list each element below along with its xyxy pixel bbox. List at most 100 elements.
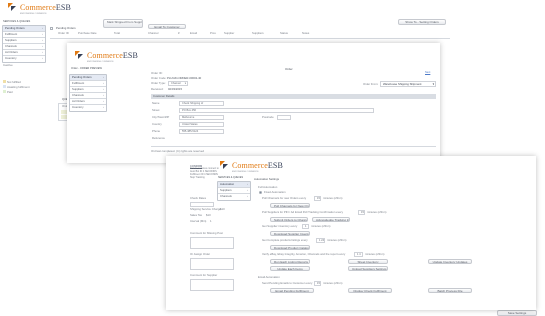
comment-supplier-field[interactable] <box>190 279 234 291</box>
sheet-inventory-button[interactable]: Sheet Inventory <box>348 259 388 264</box>
chevron-right-icon: › <box>42 26 43 30</box>
logo-tagline: EMPOWERING COMMERCE <box>87 61 114 63</box>
update-items-button[interactable]: Update Each Items <box>270 266 310 271</box>
field-label-reference: Reference <box>152 136 165 140</box>
sidebar-item-inventory[interactable]: Inventory › <box>70 105 106 111</box>
comment-missing-post-field[interactable] <box>190 237 234 249</box>
save-settings-button[interactable]: Save Settings <box>497 310 537 316</box>
chevron-right-icon: › <box>42 44 43 48</box>
field-label-phone: Phone <box>152 129 161 133</box>
order-id-label: Order ID: <box>151 71 163 75</box>
verify-reports-unit: minutes (off/on) <box>365 252 385 256</box>
poll-channels-interval[interactable]: 15 <box>314 196 321 201</box>
chevron-right-icon: › <box>103 99 104 103</box>
poll-suppliers-interval[interactable]: 15 <box>358 210 365 215</box>
order-preview-window: CommerceESB EMPOWERING COMMERCE Order - … <box>67 43 440 163</box>
pending-checkbox[interactable] <box>50 27 53 30</box>
poll-suppliers-unit: minutes (off/on) <box>367 210 387 214</box>
fixed-automation-radio[interactable] <box>259 191 262 194</box>
received-value: 02/03/2015 <box>168 87 182 91</box>
sidebar-item-channels[interactable]: Channels › <box>218 194 250 200</box>
automation-title: Automation Settings <box>254 177 280 181</box>
chevron-right-icon: › <box>42 56 43 60</box>
preview-top-center: Order <box>285 67 293 71</box>
verify-reports-interval[interactable]: 1 4 <box>354 252 363 257</box>
preview-sidebar-nav: Pending Orders › Fulfilment › Suppliers › C… <box>69 74 107 112</box>
tab-pending-orders[interactable]: Pending Orders <box>56 26 76 30</box>
legend-swatch <box>3 85 6 88</box>
logo-mark-icon <box>8 3 18 13</box>
download-catalogs-button[interactable]: Download Product Catalogs <box>270 245 310 250</box>
app-logo: CommerceESB <box>8 3 71 13</box>
product-listings-interval[interactable]: 1 24 <box>316 238 325 243</box>
upload-suppliers-button[interactable]: Upload Suppliers Settings <box>348 266 388 271</box>
listing-reports-button[interactable]: Run Each Listing Reports <box>270 259 310 264</box>
settings-orders-button[interactable]: Show To - Setting Orders <box>398 19 446 25</box>
logo-name-b: ESB <box>267 161 283 171</box>
supplier-inventory-interval[interactable]: 1 <box>302 224 309 229</box>
product-listings-unit: minutes (off/on) <box>327 238 347 242</box>
assign-order-field[interactable] <box>190 258 234 270</box>
supplier-inventory-text: Get Supplier inventory every <box>262 224 298 228</box>
customer-section-title: Customer Details <box>153 94 175 98</box>
postcode-field[interactable] <box>277 115 291 120</box>
left-field-label: Interval (Min) <box>190 219 207 223</box>
legend-swatch <box>3 80 6 83</box>
name-field[interactable]: Check Shipping of <box>179 101 224 106</box>
city-field[interactable]: Melbourne <box>179 115 224 120</box>
acknowledge-tracking-button[interactable]: Acknowledge Tracking Info <box>312 217 350 222</box>
poll-channels-button[interactable]: Poll Channels for New Orders <box>270 203 310 208</box>
poll-channels-unit: minutes (off/on) <box>323 196 343 200</box>
chevron-right-icon: › <box>103 75 104 79</box>
supplier-inventory-unit: minutes (off/on) <box>311 224 331 228</box>
automation-sidebar-nav: Automation › Suppliers › Channels › <box>217 181 251 201</box>
order-type-select[interactable]: Channel ▾ <box>168 81 188 86</box>
legend-item-awaiting: Awaiting fulfilment <box>3 85 30 89</box>
automation-logo: CommerceESB <box>220 161 283 171</box>
email-pending-unit: minutes (off/on) <box>323 281 343 285</box>
table-divider <box>50 38 450 39</box>
chevron-right-icon: › <box>247 182 248 186</box>
email-customer-button[interactable]: Email To Customer <box>148 24 186 29</box>
chevron-right-icon: › <box>103 81 104 85</box>
preview-title: Order - ORDER PREVIEW <box>71 67 102 70</box>
legend-item-paid: Paid <box>3 90 13 94</box>
order-from-select[interactable]: Warehouse Shipping Shipment ▾ <box>380 81 436 87</box>
sidebar-item-inventory[interactable]: Inventory › <box>3 56 45 62</box>
logo-name-a: Commerce <box>232 161 268 171</box>
interval-value: 1 <box>210 219 212 223</box>
logo-name-b: ESB <box>122 51 138 61</box>
shipping-charge-value: $10 <box>220 207 225 211</box>
street-field[interactable]: PO Box 456 <box>179 108 374 113</box>
order-code-value: PLUGIN-ORDER-00002-40 <box>167 76 202 80</box>
sales-tax-value: $10 <box>206 213 211 217</box>
submit-orders-button[interactable]: Submit Orders to Channel <box>270 217 308 222</box>
logo-mark-icon <box>75 51 85 61</box>
postcode-label: Postcode <box>262 115 274 119</box>
comment-label-missing-post: Comment for Missing Post <box>190 231 223 235</box>
order-code-label: Order Code: <box>151 76 167 80</box>
download-inventory-button[interactable]: Download Supplier Inventory <box>270 231 310 236</box>
email-fulfilment-button[interactable]: Email Pending Fulfilment <box>270 288 314 293</box>
inactive-label: Inactive <box>3 63 13 67</box>
verify-reports-text: Verify eBay, Ebay Integrity, Amazon, Cha… <box>262 252 346 256</box>
preview-footnote: Ord last completed. (C) rights are reser… <box>151 149 205 153</box>
country-field[interactable]: United States <box>179 122 224 127</box>
fixed-automation-label: Fixed Automation <box>264 190 286 194</box>
chevron-right-icon: › <box>42 32 43 36</box>
phone-field[interactable]: 555-385-5124 <box>179 129 224 134</box>
update-inventory-button[interactable]: Update Inventory Updates <box>428 259 472 264</box>
logo-name-b: ESB <box>55 3 71 13</box>
legend-item-not-fulfilled: Not fulfilled <box>3 80 21 84</box>
product-listings-text: Get Complete products listings every <box>262 238 308 242</box>
sidebar-title: SERVICES & QUEUES <box>3 20 31 23</box>
mark-shipped-button[interactable]: Mark Shipped From Supplier <box>103 19 143 28</box>
chevron-down-icon: ▾ <box>432 82 434 86</box>
email-pending-interval[interactable]: 15 <box>314 281 321 286</box>
check-fulfilment-button[interactable]: Display Check Fulfilment <box>348 288 392 293</box>
comment-label-assign: Or Assign Order <box>190 252 211 256</box>
next-link[interactable]: Next <box>425 71 430 74</box>
chevron-right-icon: › <box>103 87 104 91</box>
chevron-right-icon: › <box>103 105 104 109</box>
batch-process-button[interactable]: Batch Process File <box>428 288 472 293</box>
